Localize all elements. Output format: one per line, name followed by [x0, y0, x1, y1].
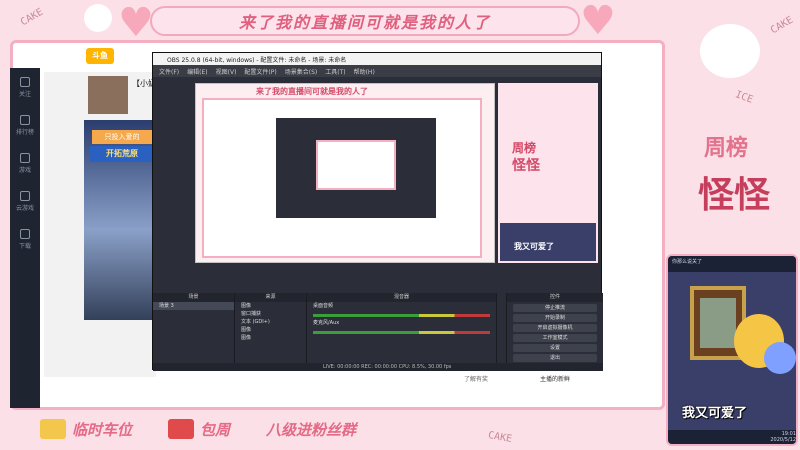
cam-top-text: 你那么说关了 [668, 256, 796, 272]
menu-tools[interactable]: 工具(T) [325, 67, 345, 76]
perk-fan-group: 八级进粉丝群 [266, 420, 357, 439]
volume-meter[interactable] [313, 331, 490, 334]
cam-clock: 19:01 2020/5/12 [668, 430, 796, 444]
download-icon [20, 228, 30, 239]
site-sidebar: 关注 排行榜 游戏 云游戏 下载 [10, 68, 40, 408]
studio-mode-button[interactable]: 工作室模式 [513, 334, 597, 342]
gamepad-icon [20, 152, 30, 163]
cloud-icon [20, 190, 30, 201]
preview-banner: 来了我的直播间可就是我的人了 [256, 87, 368, 96]
source-item[interactable]: 文本 (GDI+) [235, 318, 306, 326]
controls-dock: 控件 停止推流 开始录制 开启虚拟摄像机 工作室模式 设置 退出 [507, 293, 603, 371]
scenes-header: 场景 [153, 293, 234, 302]
preview-right-overlay: 周榜 怪怪 我又可爱了 [498, 83, 598, 263]
transitions-dock [497, 293, 507, 371]
source-item[interactable]: 图像 [235, 326, 306, 334]
volume-meter[interactable] [313, 314, 490, 317]
preview-week-name: 怪怪 [512, 158, 540, 174]
rank-icon [20, 114, 30, 125]
mixer-channel-label: 麦克风/Aux [313, 320, 340, 326]
heart-icon [20, 76, 30, 87]
obs-preview-canvas[interactable]: 来了我的直播间可就是我的人了 [195, 83, 495, 263]
perk-weekly: 包周 [168, 419, 230, 440]
cam-flower [764, 342, 796, 374]
exit-button[interactable]: 退出 [513, 354, 597, 362]
plane-icon [168, 419, 195, 439]
virtual-camera-button[interactable]: 开启虚拟摄像机 [513, 324, 597, 332]
sidebar-item-games[interactable]: 游戏 [10, 144, 40, 182]
scene-item[interactable]: 场景 3 [153, 302, 234, 310]
sources-header: 来源 [235, 293, 306, 302]
bunny-decoration [84, 4, 112, 32]
heart-decoration: ♥ [580, 0, 616, 44]
stream-label: 了解有奖 [464, 376, 489, 383]
perk-temp-parking: 临时车位 [40, 419, 132, 440]
menu-edit[interactable]: 编辑(E) [187, 67, 207, 76]
mixer-channel-label: 桌面音频 [313, 303, 334, 309]
settings-button[interactable]: 设置 [513, 344, 597, 352]
menu-profile[interactable]: 配置文件(P) [244, 67, 276, 76]
mixer-header: 混音器 [307, 293, 496, 302]
obs-menubar: 文件(F) 编辑(E) 视图(V) 配置文件(P) 场景集合(S) 工具(T) … [153, 65, 601, 77]
menu-file[interactable]: 文件(F) [159, 67, 179, 76]
start-record-button[interactable]: 开始录制 [513, 314, 597, 322]
ad-tag: 只投入爱的 [92, 130, 152, 144]
streamer-avatar[interactable] [88, 76, 128, 114]
cam-date: 2020/5/12 [770, 437, 796, 443]
stop-stream-button[interactable]: 停止推流 [513, 304, 597, 312]
menu-scene-collection[interactable]: 场景集合(S) [285, 67, 318, 76]
site-logo[interactable]: 斗鱼 [86, 48, 114, 64]
menu-help[interactable]: 帮助(H) [354, 67, 375, 76]
ticket-icon [40, 419, 66, 439]
bunny-decoration [700, 24, 760, 78]
controls-header: 控件 [507, 293, 603, 302]
sidebar-item-follow[interactable]: 关注 [10, 68, 40, 106]
scenes-dock: 场景 场景 3 [153, 293, 235, 371]
menu-view[interactable]: 视图(V) [216, 67, 237, 76]
weekly-top-name: 怪怪 [698, 174, 771, 216]
sidebar-item-download[interactable]: 下载 [10, 220, 40, 258]
chat-message: 主播的新鲜 [540, 376, 571, 383]
obs-status-bar: LIVE: 00:00:00 REC: 00:00:00 CPU: 8.5%, … [153, 363, 603, 371]
cam-caption: 我又可爱了 [682, 406, 748, 421]
perks-bar: 临时车位 包周 八级进粉丝群 [40, 412, 520, 446]
mixer-dock: 混音器 桌面音频 麦克风/Aux [307, 293, 497, 371]
preview-cam-caption: 我又可爱了 [514, 242, 554, 251]
nested-frame-inner [316, 140, 396, 190]
banner-text: 来了我的直播间可就是我的人了 [238, 13, 491, 32]
sources-dock: 来源 图像 窗口捕获 文本 (GDI+) 图像 图像 [235, 293, 307, 371]
ad-title: 开拓荒原 [90, 146, 154, 162]
webcam-panel: 你那么说关了 我又可爱了 19:01 2020/5/12 [666, 254, 798, 446]
source-item[interactable]: 窗口捕获 [235, 310, 306, 318]
top-banner: 来了我的直播间可就是我的人了 [150, 6, 580, 36]
source-item[interactable]: 图像 [235, 334, 306, 342]
preview-week-label: 周榜 [512, 141, 537, 155]
source-item[interactable]: 图像 [235, 302, 306, 310]
sidebar-item-rank[interactable]: 排行榜 [10, 106, 40, 144]
obs-titlebar: OBS 25.0.8 (64-bit, windows) - 配置文件: 未命名… [153, 53, 601, 65]
weekly-label: 周榜 [704, 135, 749, 161]
obs-window: OBS 25.0.8 (64-bit, windows) - 配置文件: 未命名… [152, 52, 603, 371]
obs-docks: 场景 场景 3 来源 图像 窗口捕获 文本 (GDI+) 图像 图像 混音器 桌… [153, 293, 603, 371]
sidebar-item-cloud-game[interactable]: 云游戏 [10, 182, 40, 220]
